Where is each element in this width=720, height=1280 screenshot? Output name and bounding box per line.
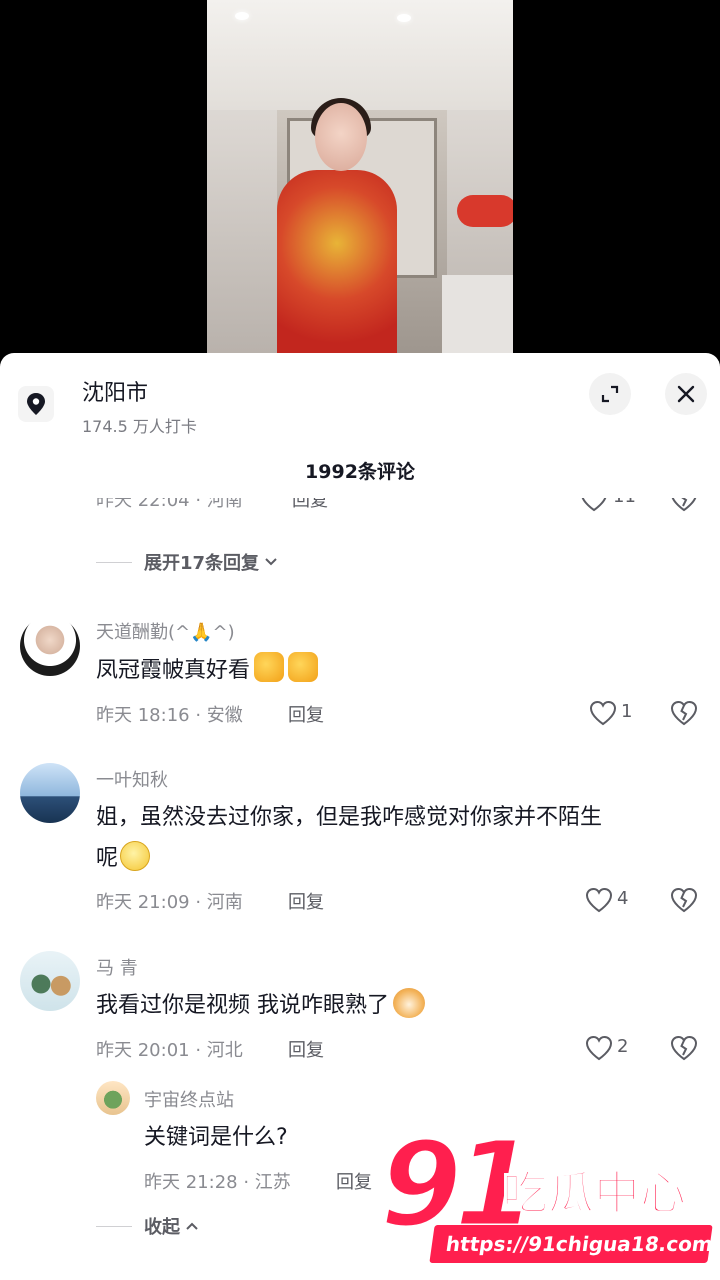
- reply-button[interactable]: 回复: [288, 888, 324, 914]
- expand-button[interactable]: [589, 373, 631, 415]
- comment-text-line2: 呢: [96, 838, 151, 879]
- video-frame: [207, 0, 513, 353]
- like-icon[interactable]: [585, 887, 613, 913]
- video-player[interactable]: [0, 0, 720, 353]
- comment-username[interactable]: 马 青: [96, 954, 138, 980]
- video-counter: [442, 275, 513, 353]
- comment-text-body: 凤冠霞帔真好看: [96, 658, 251, 683]
- ceiling-light: [397, 14, 411, 22]
- reply-button[interactable]: 回复: [336, 1168, 372, 1194]
- person-head: [315, 103, 367, 171]
- comment-time-place: 昨天 18:16 · 安徽: [96, 705, 243, 726]
- avatar[interactable]: [20, 763, 80, 823]
- dislike-icon[interactable]: [670, 887, 698, 913]
- video-ceiling: [207, 0, 513, 110]
- ceiling-light: [235, 12, 249, 20]
- comment-text: 凤冠霞帔真好看: [96, 650, 319, 691]
- location-pin-icon[interactable]: [18, 386, 54, 422]
- comment-time-place: 昨天 22:04 · 河南: [96, 498, 243, 511]
- dislike-icon[interactable]: [670, 498, 698, 512]
- close-icon: [677, 385, 695, 403]
- reply-username[interactable]: 宇宙终点站: [144, 1086, 234, 1112]
- avatar[interactable]: [96, 1081, 130, 1115]
- comment-sheet: 沈阳市 174.5 万人打卡 1992条评论 昨天 22:04 · 河南 回复 …: [0, 353, 720, 1280]
- comment-text-body: 我看过你是视频 我说咋眼熟了: [96, 993, 389, 1018]
- thumbs-up-emoji-icon: [288, 652, 319, 682]
- reply-time-place: 昨天 21:28 · 江苏: [144, 1172, 291, 1193]
- avatar[interactable]: [20, 616, 80, 676]
- doge-emoji-icon: [393, 988, 425, 1018]
- avatar[interactable]: [20, 951, 80, 1011]
- comment-text-body: 呢: [96, 846, 119, 871]
- comment-time-place: 昨天 21:09 · 河南: [96, 892, 243, 913]
- like-icon[interactable]: [580, 498, 608, 512]
- collapse-label: 收起: [144, 1217, 180, 1238]
- dislike-icon[interactable]: [670, 700, 698, 726]
- reply-text: 关键词是什么?: [144, 1125, 288, 1150]
- chevron-down-icon: [265, 558, 277, 566]
- divider: [96, 1225, 132, 1227]
- like-icon[interactable]: [589, 700, 617, 726]
- comment-username[interactable]: 一叶知秋: [96, 766, 168, 792]
- comment-count: 1992条评论: [305, 461, 415, 483]
- like-count: 2: [617, 1036, 629, 1057]
- location-checkins: 174.5 万人打卡: [82, 417, 197, 436]
- location-title[interactable]: 沈阳市: [82, 375, 148, 407]
- close-button[interactable]: [665, 373, 707, 415]
- clipped-comment-meta: 昨天 22:04 · 河南 回复 11: [0, 498, 720, 524]
- reply-button[interactable]: 回复: [288, 701, 324, 727]
- like-icon[interactable]: [585, 1035, 613, 1061]
- dislike-icon[interactable]: [670, 1035, 698, 1061]
- reply-button[interactable]: 回复: [292, 498, 328, 512]
- expand-replies-button[interactable]: 展开17条回复: [96, 549, 279, 575]
- comment-username[interactable]: 天道酬勤(^🙏^): [96, 618, 235, 644]
- like-count: 11: [613, 498, 636, 507]
- expand-icon: [601, 385, 619, 403]
- dizzy-face-emoji-icon: [120, 841, 151, 871]
- divider: [96, 561, 132, 563]
- person-dress: [277, 170, 397, 353]
- like-count: 4: [617, 888, 629, 909]
- expand-replies-label: 展开17条回复: [144, 553, 260, 574]
- collapse-replies-button[interactable]: 收起: [96, 1213, 200, 1239]
- like-count: 1: [621, 701, 633, 722]
- helper-arm: [457, 195, 513, 227]
- comment-text: 姐，虽然没去过你家，但是我咋感觉对你家并不陌生: [96, 805, 603, 830]
- thumbs-up-emoji-icon: [254, 652, 285, 682]
- reply-button[interactable]: 回复: [288, 1036, 324, 1062]
- comment-text: 我看过你是视频 我说咋眼熟了: [96, 985, 425, 1026]
- comment-time-place: 昨天 20:01 · 河北: [96, 1040, 243, 1061]
- chevron-up-icon: [186, 1222, 198, 1230]
